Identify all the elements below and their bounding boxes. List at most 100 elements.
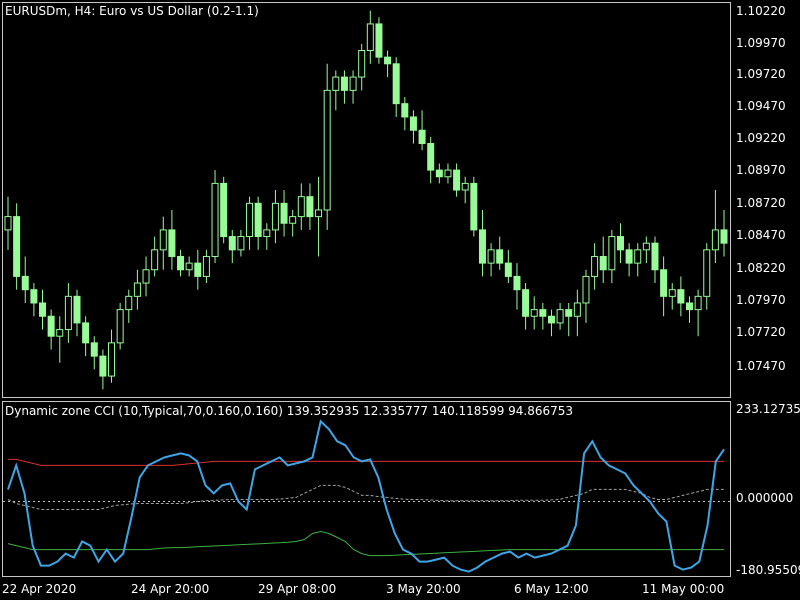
- price-chart-canvas: [3, 10, 730, 573]
- candle-body: [39, 302, 47, 317]
- time-tick-label: 6 May 12:00: [514, 582, 589, 596]
- candle-body: [185, 262, 193, 271]
- candle-body: [556, 309, 564, 324]
- candle-body: [271, 202, 279, 231]
- candle-body: [280, 202, 288, 224]
- candle-body: [202, 255, 210, 277]
- candle-body: [237, 236, 245, 251]
- candle-body: [685, 302, 693, 311]
- candle-body: [522, 289, 530, 317]
- candle-body: [375, 23, 383, 58]
- indicator-tick-label: 233.127352: [736, 402, 800, 416]
- candle-body: [642, 242, 650, 251]
- price-tick-label: 1.07470: [736, 359, 786, 373]
- candle-body: [340, 76, 348, 91]
- candle-body: [565, 309, 573, 317]
- candle-body: [64, 295, 72, 331]
- candle-body: [142, 269, 150, 284]
- time-tick-label: 3 May 20:00: [386, 582, 461, 596]
- candle-body: [90, 342, 98, 357]
- candle-body: [254, 202, 262, 238]
- chart-symbol-title: EURUSDm, H4: Euro vs US Dollar (0.2-1.1): [5, 4, 259, 18]
- price-tick-label: 1.10220: [736, 4, 786, 18]
- candle-body: [246, 202, 254, 238]
- candle-body: [651, 242, 659, 271]
- candle-body: [427, 143, 435, 171]
- candle-body: [694, 295, 702, 311]
- candle-body: [47, 315, 55, 337]
- candle-body: [99, 355, 107, 377]
- candle-body: [125, 295, 133, 311]
- time-tick-label: 11 May 00:00: [642, 582, 725, 596]
- candle-body: [194, 262, 202, 277]
- candle-body: [608, 236, 616, 271]
- candle-body: [625, 249, 633, 264]
- candle-body: [108, 342, 116, 377]
- candle-body: [151, 249, 159, 271]
- candle-body: [668, 289, 676, 297]
- price-tick-label: 1.08970: [736, 163, 786, 177]
- candle-body: [660, 269, 668, 297]
- candle-body: [530, 309, 538, 317]
- candle-body: [220, 182, 228, 238]
- indicator-tick-label: -180.95509: [736, 563, 800, 577]
- indicator-tick-label: 0.000000: [736, 491, 794, 505]
- candle-body: [306, 196, 314, 218]
- candle-body: [323, 89, 331, 211]
- candle-body: [315, 209, 323, 218]
- candle-body: [409, 116, 417, 131]
- candle-body: [487, 249, 495, 264]
- candle-body: [634, 249, 642, 264]
- candle-body: [168, 229, 176, 257]
- candle-body: [573, 302, 581, 317]
- candle-body: [453, 169, 461, 191]
- price-tick-label: 1.07970: [736, 293, 786, 307]
- candle-body: [384, 56, 392, 65]
- price-tick-label: 1.09220: [736, 131, 786, 145]
- price-tick-label: 1.07720: [736, 325, 786, 339]
- candle-body: [349, 76, 357, 91]
- candle-body: [461, 182, 469, 191]
- candle-body: [470, 182, 478, 231]
- candle-body: [435, 169, 443, 178]
- candle-body: [82, 322, 90, 344]
- candle-body: [444, 169, 452, 178]
- candle-body: [418, 129, 426, 145]
- candle-body: [711, 229, 719, 251]
- indicator-title: Dynamic zone CCI (10,Typical,70,0.160,0.…: [5, 404, 574, 418]
- candle-body: [591, 255, 599, 277]
- price-tick-label: 1.09720: [736, 67, 786, 81]
- candle-body: [297, 196, 305, 218]
- cci-line: [7, 419, 725, 573]
- candle-body: [116, 309, 124, 344]
- candle-body: [478, 229, 486, 264]
- candle-body: [289, 216, 297, 224]
- candle-body: [539, 309, 547, 317]
- candle-body: [547, 315, 555, 324]
- candle-body: [582, 275, 590, 304]
- price-tick-label: 1.08220: [736, 261, 786, 275]
- candle-body: [4, 216, 12, 231]
- candle-body: [366, 23, 374, 52]
- price-tick-label: 1.08470: [736, 228, 786, 242]
- candle-body: [599, 255, 607, 271]
- candle-body: [720, 229, 728, 244]
- price-tick-label: 1.09970: [736, 36, 786, 50]
- time-tick-label: 22 Apr 2020: [2, 582, 77, 596]
- candle-body: [703, 249, 711, 297]
- candle-body: [504, 262, 512, 277]
- mid-zone-line: [7, 484, 724, 510]
- candle-body: [73, 295, 81, 324]
- candle-body: [677, 289, 685, 304]
- candle-body: [332, 76, 340, 91]
- time-tick-label: 29 Apr 08:00: [258, 582, 337, 596]
- candle-body: [177, 255, 185, 271]
- candle-body: [56, 329, 64, 337]
- candle-body: [496, 249, 504, 264]
- candle-body: [513, 275, 521, 291]
- candle-body: [13, 216, 21, 277]
- candle-body: [133, 282, 141, 297]
- price-tick-label: 1.09470: [736, 99, 786, 113]
- candle-body: [30, 289, 38, 304]
- candle-body: [21, 275, 29, 291]
